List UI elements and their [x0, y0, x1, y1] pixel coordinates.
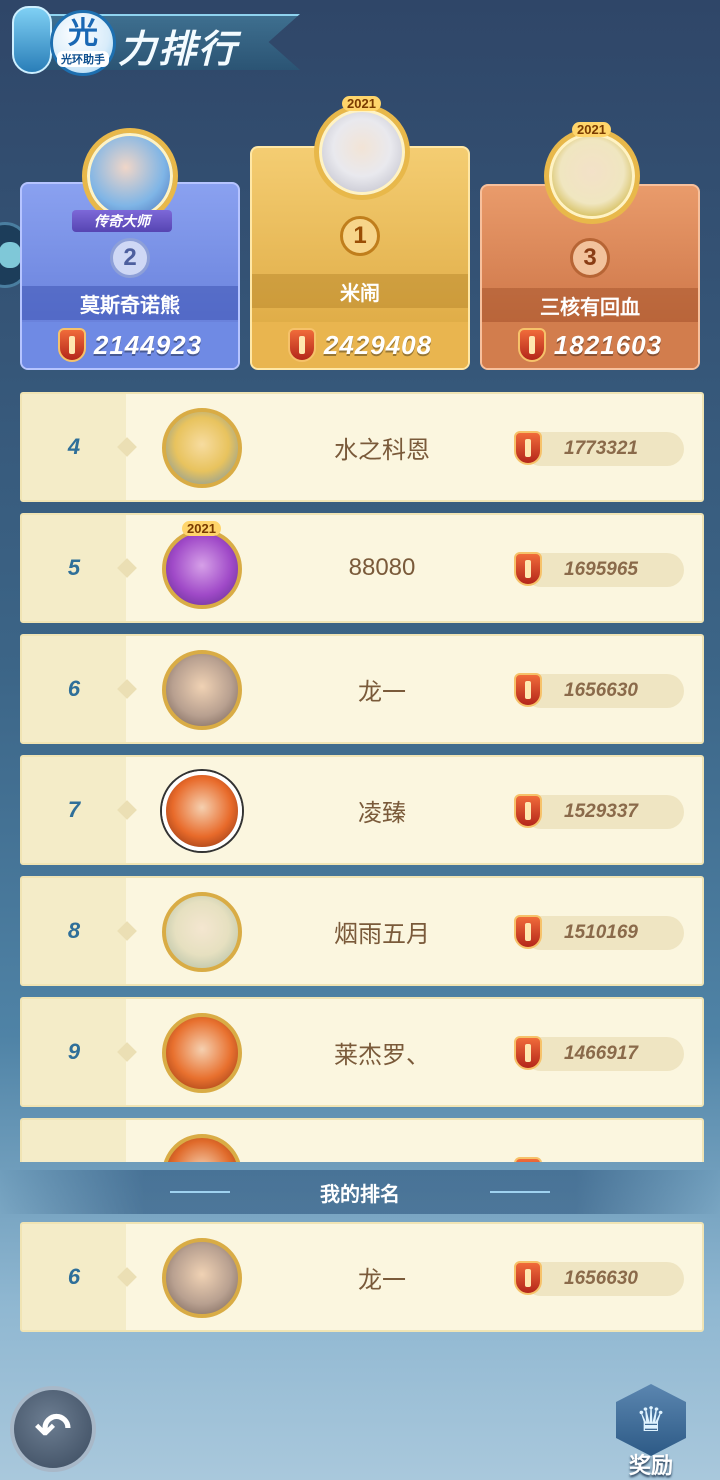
- title-ribbon: 传奇大师: [72, 210, 172, 232]
- rank-number: 6: [67, 1264, 81, 1289]
- year-badge: 2021: [182, 521, 221, 536]
- divider: [170, 1191, 230, 1193]
- power-shield-icon: [514, 915, 542, 949]
- rank-number: 5: [67, 555, 81, 580]
- mascot-icon: [0, 242, 21, 268]
- rank-number: 7: [67, 797, 81, 822]
- podium-score: 2429408: [323, 329, 433, 360]
- power-shield-icon: [514, 1157, 542, 1162]
- power-shield-icon: [514, 673, 542, 707]
- logo-badge: 光 光环助手: [50, 10, 116, 76]
- podium-score: 1821603: [553, 329, 663, 360]
- avatar[interactable]: [544, 128, 640, 224]
- year-badge: 2021: [572, 122, 611, 137]
- avatar[interactable]: [162, 529, 242, 609]
- player-name: 莱杰罗、: [334, 1041, 430, 1069]
- score-pill: 1695965: [524, 553, 684, 587]
- back-arrow-icon: ↶: [34, 1404, 72, 1454]
- player-name: 龙一: [358, 1266, 406, 1294]
- logo-char: 光: [68, 17, 98, 50]
- podium-score-band: 2144923: [22, 322, 238, 368]
- rank-number: 6: [67, 676, 81, 701]
- score-pill: 1656630: [524, 1262, 684, 1296]
- power-shield-icon: [287, 328, 316, 362]
- player-name: 凌臻: [358, 799, 406, 827]
- rank-medal: 2: [110, 238, 150, 278]
- player-name: 烟雨五月: [334, 920, 430, 948]
- reward-button[interactable]: ♛ 奖励: [612, 1384, 690, 1478]
- my-rank-header: 我的排名: [0, 1170, 720, 1214]
- avatar[interactable]: [314, 104, 410, 200]
- score-pill: 1510169: [524, 916, 684, 950]
- reward-label: 奖励: [628, 1453, 673, 1478]
- logo-subtext: 光环助手: [57, 51, 109, 67]
- podium-name: 三核有回血: [482, 288, 698, 322]
- rank-number: 4: [67, 434, 81, 459]
- list-item[interactable]: 7 凌臻 1529337: [20, 755, 704, 865]
- list-item[interactable]: 5 2021 88080 1695965: [20, 513, 704, 623]
- score-pill: 1466917: [524, 1037, 684, 1071]
- my-rank-row[interactable]: 6 龙一 1656630: [20, 1222, 704, 1332]
- rank-medal: 3: [570, 238, 610, 278]
- crown-icon: ♛: [616, 1384, 686, 1456]
- avatar[interactable]: [162, 1134, 242, 1162]
- power-shield-icon: [514, 1036, 542, 1070]
- rank-medal: 1: [340, 216, 380, 256]
- podium-score-band: 2429408: [252, 322, 468, 368]
- rank-number: 8: [67, 918, 81, 943]
- score-pill: 1529337: [524, 795, 684, 829]
- list-item[interactable]: 9 莱杰罗、 1466917: [20, 997, 704, 1107]
- power-shield-icon: [517, 328, 546, 362]
- power-shield-icon: [514, 552, 542, 586]
- divider: [490, 1191, 550, 1193]
- score-pill: 1773321: [524, 432, 684, 466]
- list-item[interactable]: 6 龙一 1656630: [20, 634, 704, 744]
- rank-number: 9: [67, 1039, 81, 1064]
- year-badge: 2021: [342, 96, 381, 111]
- header: 力排行 光 光环助手: [0, 0, 720, 90]
- score-pill: 1656630: [524, 674, 684, 708]
- player-name: 龙一: [358, 678, 406, 706]
- avatar[interactable]: [162, 1238, 242, 1318]
- avatar[interactable]: [162, 771, 242, 851]
- list-item[interactable]: 8 烟雨五月 1510169: [20, 876, 704, 986]
- power-shield-icon: [514, 794, 542, 828]
- player-name: 88080: [348, 554, 416, 581]
- logo-shield-icon: [12, 6, 52, 74]
- podium-score-band: 1821603: [482, 322, 698, 368]
- podium-name: 米闹: [252, 274, 468, 308]
- player-name: 水之科恩: [334, 436, 430, 464]
- power-shield-icon: [514, 1261, 542, 1295]
- my-rank-label: 我的排名: [320, 1183, 400, 1206]
- power-shield-icon: [57, 328, 86, 362]
- podium-score: 2144923: [93, 329, 203, 360]
- ranking-list[interactable]: 4 水之科恩 1773321 5 2021 88080 1695965 6 龙一…: [20, 392, 704, 1162]
- back-button[interactable]: ↶: [10, 1386, 96, 1472]
- avatar[interactable]: [162, 892, 242, 972]
- page-title: 力排行: [118, 29, 239, 71]
- avatar[interactable]: [162, 408, 242, 488]
- avatar[interactable]: [162, 1013, 242, 1093]
- list-item[interactable]: 4 水之科恩 1773321: [20, 392, 704, 502]
- power-shield-icon: [514, 431, 542, 465]
- avatar[interactable]: [162, 650, 242, 730]
- app-logo: 光 光环助手: [4, 4, 116, 76]
- podium-name: 莫斯奇诺熊: [22, 286, 238, 320]
- list-item-partial[interactable]: [20, 1118, 704, 1162]
